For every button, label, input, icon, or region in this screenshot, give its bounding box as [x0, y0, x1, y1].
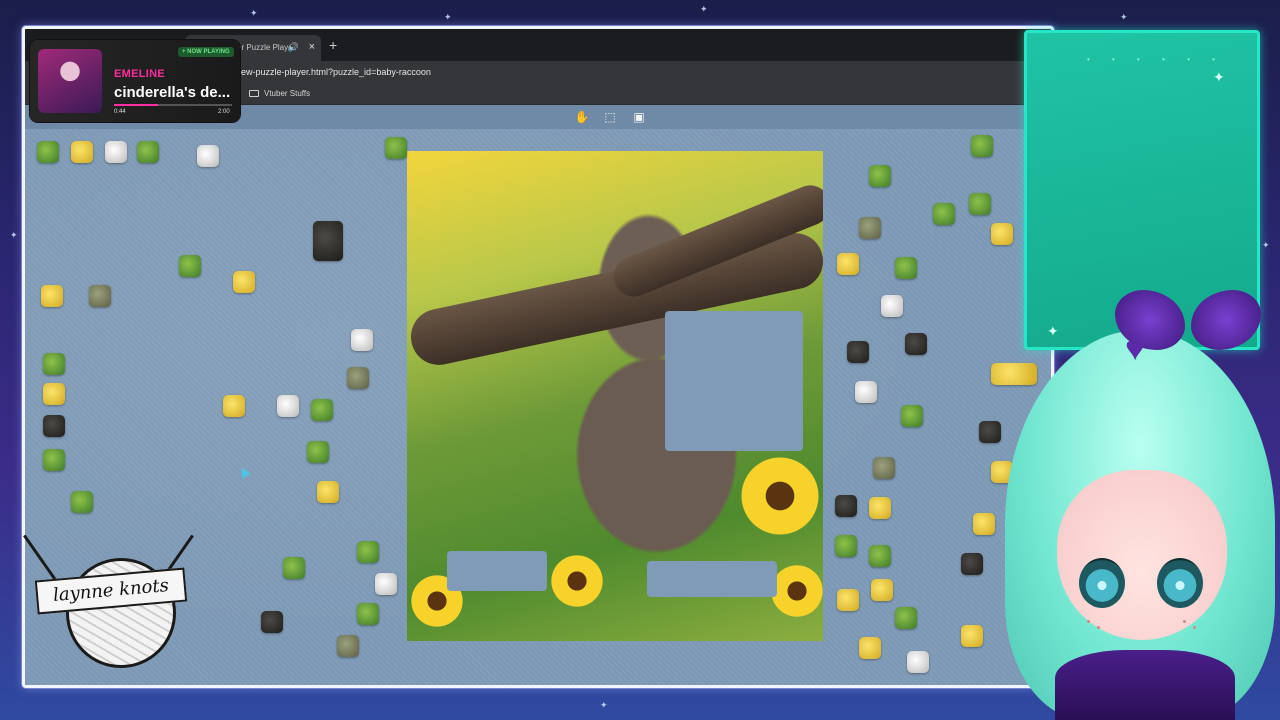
new-tab-button[interactable]: + [329, 37, 337, 53]
puzzle-piece[interactable] [261, 611, 283, 633]
progress-bar [114, 104, 232, 106]
puzzle-piece[interactable] [869, 497, 891, 519]
now-playing-badge: + NOW PLAYING [178, 47, 234, 57]
puzzle-piece[interactable] [991, 223, 1013, 245]
url-text[interactable]: ew-puzzle-player.html?puzzle_id=baby-rac… [241, 67, 431, 77]
sunflower [735, 451, 823, 541]
speaker-icon[interactable]: 🔊 [288, 42, 299, 53]
folder-icon [249, 90, 259, 97]
puzzle-piece[interactable] [859, 637, 881, 659]
puzzle-piece[interactable] [357, 603, 379, 625]
puzzle-piece[interactable] [961, 625, 983, 647]
puzzle-piece[interactable] [357, 541, 379, 563]
puzzle-piece[interactable] [41, 285, 63, 307]
puzzle-piece[interactable] [223, 395, 245, 417]
puzzle-piece[interactable] [233, 271, 255, 293]
puzzle-piece[interactable] [901, 405, 923, 427]
freckle [1087, 620, 1090, 623]
puzzle-piece[interactable] [969, 193, 991, 215]
freckle [1183, 620, 1186, 623]
elapsed-time: 0:44 [114, 109, 126, 115]
puzzle-piece[interactable] [847, 341, 869, 363]
puzzle-piece[interactable] [859, 217, 881, 239]
puzzle-piece[interactable] [869, 165, 891, 187]
puzzle-piece[interactable] [43, 383, 65, 405]
decorative-dots: • • • • • • [1087, 55, 1225, 64]
freckle [1097, 626, 1100, 629]
puzzle-piece[interactable] [869, 545, 891, 567]
puzzle-piece[interactable] [895, 257, 917, 279]
now-playing-widget: + NOW PLAYING EMELINE cinderella's de...… [30, 40, 240, 122]
puzzle-piece[interactable] [43, 353, 65, 375]
channel-logo: laynne knots [23, 530, 194, 680]
puzzle-piece[interactable] [71, 141, 93, 163]
puzzle-piece[interactable] [43, 449, 65, 471]
puzzle-piece[interactable] [179, 255, 201, 277]
puzzle-piece[interactable] [43, 415, 65, 437]
empty-region [665, 311, 803, 451]
puzzle-piece[interactable] [283, 557, 305, 579]
avatar-face [1057, 470, 1227, 640]
puzzle-piece[interactable] [871, 579, 893, 601]
close-icon[interactable]: × [309, 41, 315, 53]
hand-icon[interactable]: ✋ [573, 108, 591, 126]
puzzle-piece[interactable] [347, 367, 369, 389]
puzzle-piece[interactable] [971, 135, 993, 157]
puzzle-piece[interactable] [385, 137, 407, 159]
puzzle-piece[interactable] [835, 495, 857, 517]
puzzle-piece[interactable] [837, 589, 859, 611]
puzzle-piece[interactable] [71, 491, 93, 513]
puzzle-piece[interactable] [89, 285, 111, 307]
empty-region [447, 551, 547, 591]
hair-bow [1191, 290, 1261, 350]
freckle [1193, 626, 1196, 629]
progress-fill [114, 104, 158, 106]
image-preview-icon[interactable]: ▣ [630, 108, 648, 126]
mouse-cursor [237, 465, 251, 479]
bookmark-label: Vtuber Stuffs [264, 89, 311, 98]
puzzle-piece[interactable] [907, 651, 929, 673]
empty-region [647, 561, 777, 597]
puzzle-piece[interactable] [837, 253, 859, 275]
bookmark-folder-vtuber-stuffs[interactable]: Vtuber Stuffs [249, 89, 310, 98]
puzzle-piece[interactable] [137, 141, 159, 163]
avatar-eye [1079, 558, 1125, 608]
puzzle-piece[interactable] [873, 457, 895, 479]
puzzle-piece[interactable] [351, 329, 373, 351]
puzzle-piece[interactable] [835, 535, 857, 557]
puzzle-piece[interactable] [905, 333, 927, 355]
total-time: 2:00 [218, 109, 230, 115]
puzzle-piece[interactable] [317, 481, 339, 503]
puzzle-piece[interactable] [37, 141, 59, 163]
puzzle-piece[interactable] [313, 221, 343, 261]
sunflower [547, 551, 607, 611]
track-title: cinderella's de... [114, 84, 231, 101]
assembled-puzzle-image[interactable] [407, 151, 823, 641]
avatar-hoodie [1055, 650, 1235, 720]
puzzle-piece[interactable] [337, 635, 359, 657]
puzzle-piece[interactable] [197, 145, 219, 167]
puzzle-piece[interactable] [961, 553, 983, 575]
heart-icon: ♥ [1125, 330, 1146, 368]
album-cover [38, 49, 102, 113]
puzzle-piece[interactable] [311, 399, 333, 421]
puzzle-piece[interactable] [855, 381, 877, 403]
sparkle-icon: ✦ [1213, 69, 1225, 85]
puzzle-piece[interactable] [881, 295, 903, 317]
vtuber-avatar: ♥ [995, 290, 1280, 720]
puzzle-piece[interactable] [277, 395, 299, 417]
puzzle-piece[interactable] [307, 441, 329, 463]
puzzle-piece[interactable] [375, 573, 397, 595]
puzzle-piece[interactable] [895, 607, 917, 629]
puzzle-piece[interactable] [933, 203, 955, 225]
avatar-eye [1157, 558, 1203, 608]
puzzle-piece[interactable] [973, 513, 995, 535]
puzzle-piece[interactable] [105, 141, 127, 163]
select-region-icon[interactable]: ⬚ [601, 108, 619, 126]
tab-title: er Puzzle Playe [237, 43, 293, 52]
artist-name: EMELINE [114, 68, 165, 80]
